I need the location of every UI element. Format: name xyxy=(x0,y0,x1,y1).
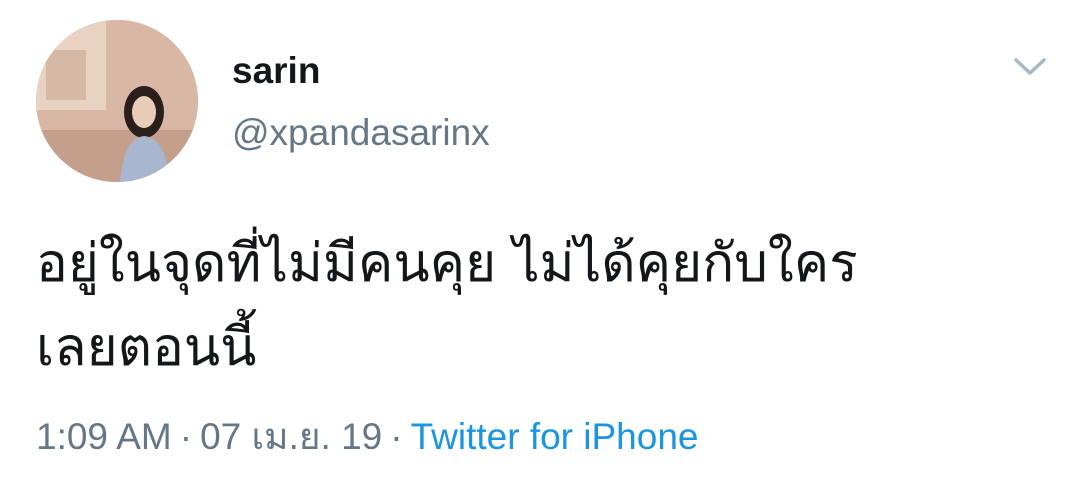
tweet-meta: 1:09 AM · 07 เม.ย. 19 · Twitter for iPhone xyxy=(36,418,698,455)
tweet-text: อยู่ในจุดที่ไม่มีคนคุย ไม่ได้คุยกับใคร เ… xyxy=(36,233,858,378)
chevron-down-icon[interactable] xyxy=(1010,52,1050,80)
meta-separator: · xyxy=(179,416,193,457)
user-handle[interactable]: @xpandasarinx xyxy=(232,114,490,151)
tweet-time[interactable]: 1:09 AM xyxy=(36,416,172,457)
display-name[interactable]: sarin xyxy=(232,52,320,89)
avatar[interactable] xyxy=(36,20,198,182)
meta-separator: · xyxy=(390,416,403,457)
tweet-date[interactable]: 07 เม.ย. 19 xyxy=(200,416,382,457)
avatar-photo xyxy=(36,20,198,182)
tweet-source-link[interactable]: Twitter for iPhone xyxy=(411,416,699,457)
